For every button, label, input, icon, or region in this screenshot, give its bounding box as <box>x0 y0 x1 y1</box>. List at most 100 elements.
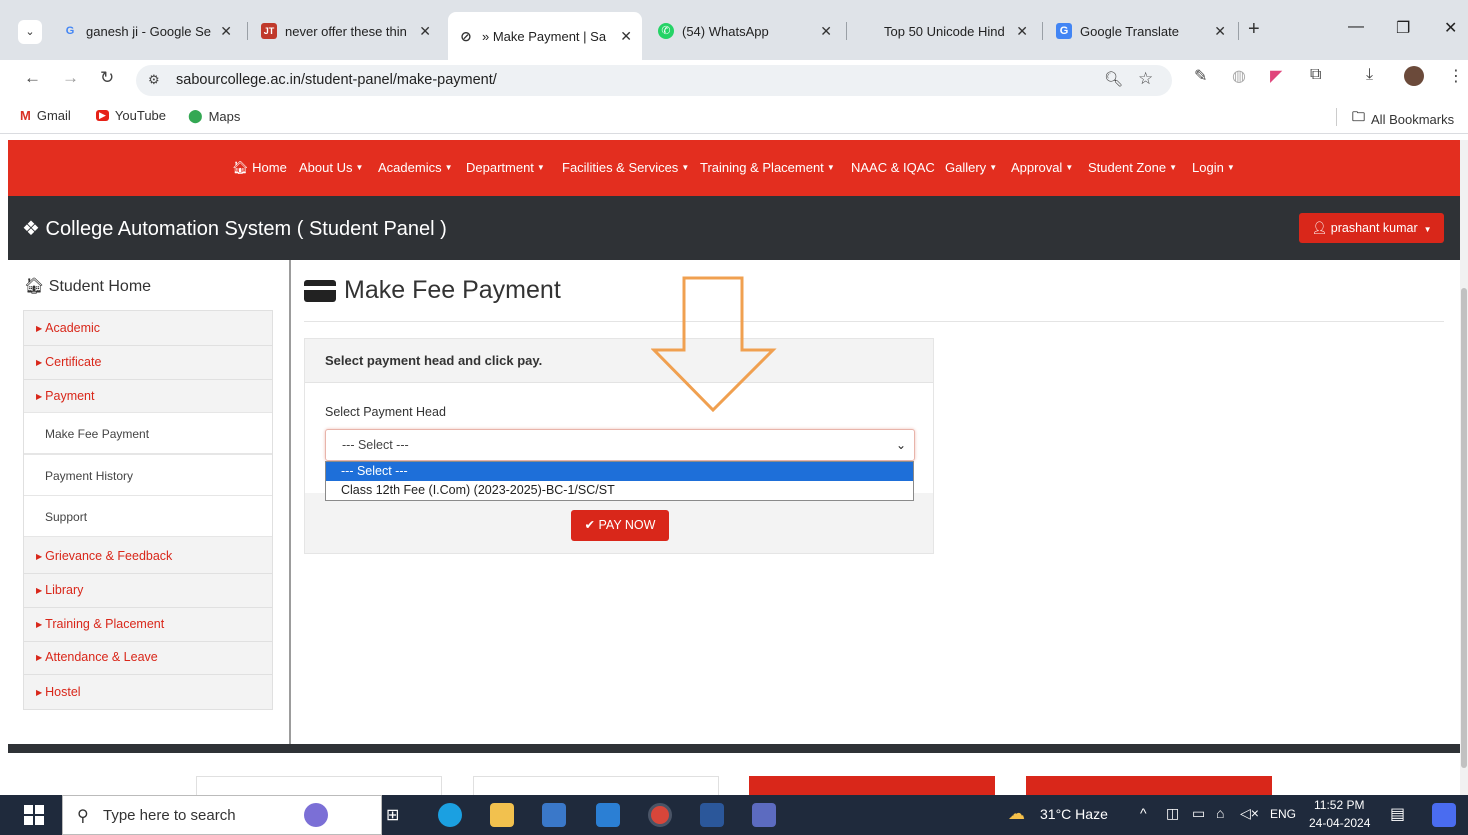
nav-naac-iqac[interactable]: NAAC & IQAC <box>851 160 935 175</box>
minimize-icon[interactable]: — <box>1348 18 1364 36</box>
nav-about-us[interactable]: About Us ▼ <box>299 160 363 175</box>
back-arrow-icon[interactable]: ← <box>24 68 41 88</box>
divider <box>1336 108 1337 126</box>
menu-kebab-icon[interactable]: ⋮ <box>1448 66 1464 86</box>
chrome-icon[interactable] <box>648 803 672 827</box>
footer-card <box>473 776 719 795</box>
task-view-icon[interactable]: ⊞ <box>386 805 399 825</box>
caret-down-icon: ▼ <box>1423 225 1432 234</box>
sidebar-item-grievance[interactable]: ▶ Grievance & Feedback <box>24 549 272 563</box>
caret-down-icon: ▼ <box>536 163 545 172</box>
bookmark-star-icon[interactable]: ☆ <box>1138 69 1153 89</box>
sidebar-item-library[interactable]: ▶ Library <box>24 583 272 597</box>
scrollbar-thumb[interactable] <box>1461 288 1467 768</box>
file-explorer-icon[interactable] <box>490 803 514 827</box>
close-tab-icon[interactable]: ✕ <box>419 23 431 40</box>
close-tab-icon[interactable]: ✕ <box>1016 23 1028 40</box>
edge-browser-icon[interactable] <box>438 803 462 827</box>
restore-icon[interactable]: ❐ <box>1396 18 1410 38</box>
sidebar-item-training[interactable]: ▶ Training & Placement <box>24 617 272 631</box>
home-icon: 🏠︎ <box>232 160 253 175</box>
network-icon[interactable]: ⌂ <box>1216 805 1224 821</box>
nav-login[interactable]: Login ▼ <box>1192 160 1235 175</box>
flower-widget-icon[interactable] <box>304 803 328 827</box>
reload-icon[interactable]: ↻ <box>100 68 114 88</box>
user-menu-button[interactable]: 👤︎ prashant kumar ▼ <box>1299 213 1444 243</box>
nav-home[interactable]: 🏠︎ Home <box>232 160 287 176</box>
sidebar-item-certificate[interactable]: ▶ Certificate <box>24 355 272 369</box>
sidebar-item-attendance[interactable]: ▶ Attendance & Leave <box>24 650 272 664</box>
zoom-icon[interactable]: 🔍︎ <box>1104 70 1123 88</box>
close-tab-icon[interactable]: ✕ <box>220 23 232 40</box>
close-tab-icon[interactable]: ✕ <box>620 28 632 45</box>
bookmark-maps[interactable]: ⬤ Maps <box>188 108 240 124</box>
volume-muted-icon[interactable]: ◁× <box>1240 805 1259 822</box>
address-bar[interactable]: ⚙ sabourcollege.ac.in/student-panel/make… <box>136 65 1172 96</box>
close-tab-icon[interactable]: ✕ <box>820 23 832 40</box>
extension-flag-icon[interactable]: ◤ <box>1270 66 1282 86</box>
clock-date[interactable]: 24-04-2024 <box>1309 816 1370 830</box>
extensions-puzzle-icon[interactable]: ⧉ <box>1310 66 1321 84</box>
tab-never-offer[interactable]: JT never offer these thin ✕ <box>251 12 441 50</box>
page-scrollbar[interactable] <box>1460 140 1468 795</box>
weather-text[interactable]: 31°C Haze <box>1040 806 1108 822</box>
nav-student-zone[interactable]: Student Zone ▼ <box>1088 160 1177 175</box>
mail-icon[interactable] <box>596 803 620 827</box>
close-tab-icon[interactable]: ✕ <box>1214 23 1226 40</box>
payment-head-select[interactable]: --- Select --- ⌄ <box>325 429 915 461</box>
bookmark-gmail[interactable]: M Gmail <box>20 108 71 123</box>
sidebar-item-payment[interactable]: ▶ Payment <box>24 389 272 403</box>
nav-training-placement[interactable]: Training & Placement ▼ <box>700 160 835 175</box>
tab-google-search[interactable]: G ganesh ji - Google Se ✕ <box>52 12 242 50</box>
sidebar-item-payment-history[interactable]: Payment History <box>24 454 272 496</box>
sidebar-item-academic[interactable]: ▶ Academic <box>24 321 272 335</box>
all-bookmarks[interactable]: 🗀 All Bookmarks <box>1352 108 1454 130</box>
battery-icon[interactable]: ▭ <box>1192 805 1205 822</box>
caret-right-icon: ▶ <box>36 392 43 401</box>
nav-department[interactable]: Department ▼ <box>466 160 545 175</box>
bookmarks-bar: M Gmail ▶ YouTube ⬤ Maps 🗀 All Bookmarks <box>0 100 1468 134</box>
option-select-placeholder[interactable]: --- Select --- <box>326 462 913 481</box>
download-icon[interactable]: ⤓ <box>1366 66 1373 84</box>
caret-right-icon: ▶ <box>36 358 43 367</box>
credit-card-icon <box>304 279 336 302</box>
new-tab-button[interactable]: + <box>1248 18 1260 41</box>
tab-search-button[interactable]: ⌄ <box>18 20 42 44</box>
taskbar-search-box[interactable]: ⚲ Type here to search <box>62 795 382 835</box>
windows-start-icon[interactable] <box>24 805 44 825</box>
tab-make-payment[interactable]: ⊘ » Make Payment | Sa ✕ <box>448 12 642 60</box>
notifications-icon[interactable]: ▤ <box>1390 804 1405 824</box>
close-window-icon[interactable]: ✕ <box>1444 18 1457 38</box>
clock-time[interactable]: 11:52 PM <box>1314 798 1364 812</box>
sidebar-item-hostel[interactable]: ▶ Hostel <box>24 685 272 699</box>
eyedropper-icon[interactable]: ✎ <box>1194 66 1207 86</box>
bookmark-youtube[interactable]: ▶ YouTube <box>96 108 166 123</box>
tab-unicode-hindi[interactable]: Top 50 Unicode Hind ✕ <box>850 12 1038 50</box>
word-icon[interactable] <box>700 803 724 827</box>
copilot-icon[interactable] <box>1432 803 1456 827</box>
tray-app-icon[interactable]: ◫ <box>1166 805 1179 822</box>
tray-chevron-icon[interactable]: ^ <box>1140 805 1147 821</box>
pay-now-button[interactable]: ✔ PAY NOW <box>571 510 669 541</box>
app-a-icon[interactable] <box>752 803 776 827</box>
blank-icon <box>860 23 876 39</box>
profile-avatar[interactable] <box>1404 66 1424 86</box>
sidebar-item-support[interactable]: Support <box>24 495 272 537</box>
language-indicator[interactable]: ENG <box>1270 807 1296 821</box>
tab-whatsapp[interactable]: ✆ (54) WhatsApp ✕ <box>648 12 842 50</box>
nav-gallery[interactable]: Gallery ▼ <box>945 160 997 175</box>
nav-facilities[interactable]: Facilities & Services ▼ <box>562 160 689 175</box>
store-icon[interactable] <box>542 803 566 827</box>
nav-academics[interactable]: Academics ▼ <box>378 160 453 175</box>
option-class-12th-fee[interactable]: Class 12th Fee (I.Com) (2023-2025)-BC-1/… <box>326 481 913 500</box>
nav-approval[interactable]: Approval ▼ <box>1011 160 1073 175</box>
brand-title[interactable]: ❖ College Automation System ( Student Pa… <box>22 216 447 241</box>
site-info-icon[interactable]: ⚙ <box>148 72 160 88</box>
tab-google-translate[interactable]: G Google Translate ✕ <box>1046 12 1236 50</box>
caret-right-icon: ▶ <box>36 586 43 595</box>
sidebar-student-home[interactable]: 🏠︎ Student Home <box>24 276 151 296</box>
sidebar-item-make-fee-payment[interactable]: Make Fee Payment <box>24 412 272 454</box>
forward-arrow-icon[interactable]: → <box>62 68 79 88</box>
caret-right-icon: ▶ <box>36 688 43 697</box>
globe-extension-icon[interactable]: ◍ <box>1232 66 1246 86</box>
